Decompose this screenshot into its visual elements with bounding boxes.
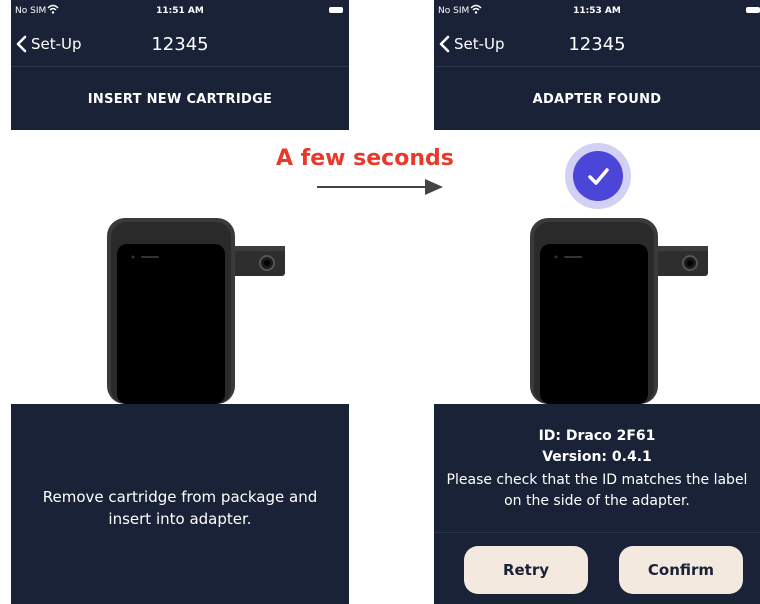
retry-button[interactable]: Retry: [464, 546, 588, 594]
adapter-id: ID: Draco 2F61: [538, 428, 656, 444]
phone-with-adapter-image: [107, 218, 285, 404]
device-illustration-area: [434, 130, 760, 404]
nav-title: 12345: [151, 34, 209, 55]
phone-with-adapter-image: [530, 218, 708, 404]
confirm-button[interactable]: Confirm: [619, 546, 743, 594]
step-header: INSERT NEW CARTRIDGE: [11, 66, 349, 131]
right-arrow-icon: [317, 179, 443, 195]
instruction-panel: Remove cartridge from package and insert…: [11, 404, 349, 604]
status-time: 11:53 AM: [573, 6, 621, 16]
phone-screen-insert-cartridge: No SIM 11:51 AM Set-Up 12345 INSERT NEW …: [11, 0, 349, 604]
annotation-label: A few seconds: [276, 146, 454, 171]
divider: [434, 532, 760, 533]
nav-bar: Set-Up 12345: [11, 22, 349, 66]
status-time: 11:51 AM: [156, 6, 204, 16]
step-header: ADAPTER FOUND: [434, 66, 760, 131]
phone-screen-adapter-found: No SIM 11:53 AM Set-Up 12345 ADAPTER FOU…: [434, 0, 760, 604]
checkmark-icon: [565, 143, 631, 209]
adapter-check-message: Please check that the ID matches the lab…: [446, 472, 748, 509]
instruction-text: Remove cartridge from package and insert…: [42, 488, 318, 528]
status-bar: No SIM 11:51 AM: [11, 0, 349, 22]
adapter-version: Version: 0.4.1: [542, 449, 652, 465]
nav-title: 12345: [568, 34, 626, 55]
device-illustration-area: [11, 130, 349, 404]
nav-bar: Set-Up 12345: [434, 22, 760, 66]
battery-icon: [746, 7, 760, 13]
adapter-info-panel: ID: Draco 2F61 Version: 0.4.1 Please che…: [434, 404, 760, 604]
status-bar: No SIM 11:53 AM: [434, 0, 760, 22]
battery-icon: [329, 7, 343, 13]
